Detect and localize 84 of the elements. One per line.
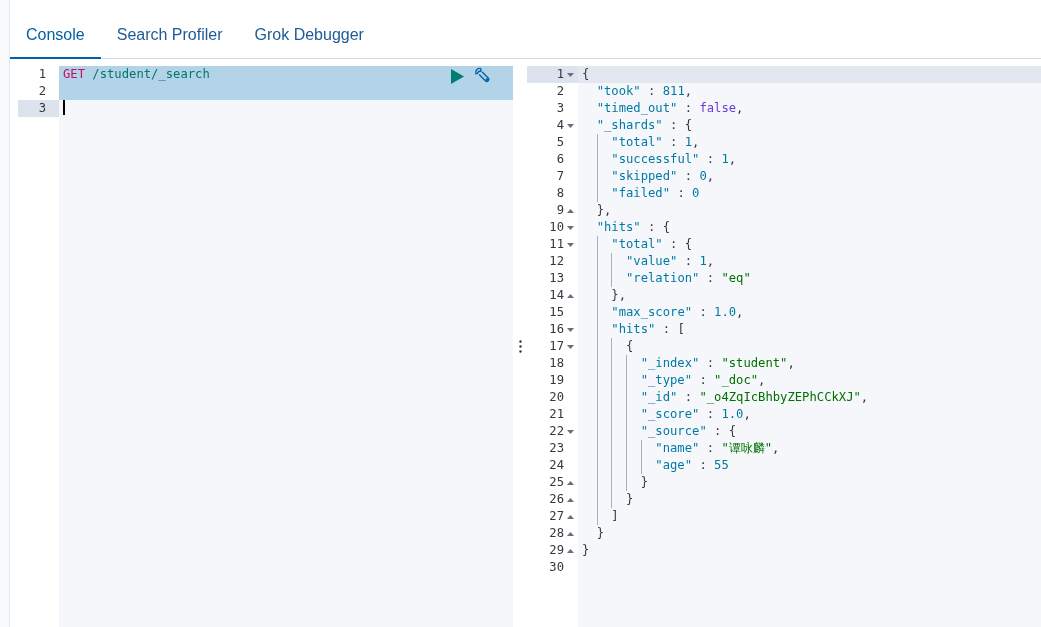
line-number: 20: [549, 389, 564, 406]
code-line: {: [582, 67, 590, 81]
line-number: 2: [38, 83, 46, 100]
code-line: }: [582, 543, 590, 557]
line-number: 12: [549, 253, 564, 270]
code-line: "hits" : [: [582, 322, 685, 336]
line-number: 15: [549, 304, 564, 321]
fold-icon[interactable]: [566, 208, 574, 213]
line-number: 3: [556, 100, 564, 117]
tab[interactable]: Grok Debugger: [238, 12, 380, 59]
code-line: "failed" : 0: [582, 186, 700, 200]
code-line: "relation" : "eq": [582, 271, 751, 285]
code-line: "_score" : 1.0,: [582, 407, 751, 421]
line-number: 7: [556, 168, 564, 185]
line-number: 1: [38, 66, 46, 83]
fold-icon[interactable]: [566, 123, 574, 128]
line-number: 13: [549, 270, 564, 287]
line-number: 2: [556, 83, 564, 100]
wrench-icon[interactable]: [474, 67, 492, 85]
code-line: }: [582, 475, 649, 489]
line-number: 14: [549, 287, 564, 304]
line-number: 5: [556, 134, 564, 151]
fold-icon[interactable]: [566, 480, 574, 485]
code-line: "_shards" : {: [595, 118, 693, 132]
line-number: 4: [556, 117, 564, 134]
fold-icon[interactable]: [566, 72, 574, 77]
fold-icon[interactable]: [566, 242, 574, 247]
line-number: 6: [556, 151, 564, 168]
code-line: }: [582, 492, 634, 506]
code-line: "name" : "谭咏麟",: [582, 441, 780, 455]
line-number: 29: [549, 542, 564, 559]
code-line: "value" : 1,: [582, 254, 715, 268]
line-number: 26: [549, 491, 564, 508]
fold-icon[interactable]: [566, 514, 574, 519]
fold-icon[interactable]: [566, 225, 574, 230]
code-line: "took" : 811,: [595, 84, 693, 98]
code-line: "_id" : "_o4ZqIcBhbyZEPhCCkXJ",: [582, 390, 869, 404]
code-line: },: [582, 288, 627, 302]
fold-icon[interactable]: [566, 293, 574, 298]
request-editor[interactable]: 1 GET /student/_search 2 3: [18, 66, 513, 627]
line-number: 25: [549, 474, 564, 491]
code-line: "age" : 55: [582, 458, 729, 472]
code-line: "max_score" : 1.0,: [582, 305, 744, 319]
code-line: "skipped" : 0,: [582, 169, 715, 183]
fold-icon[interactable]: [566, 344, 574, 349]
code-line: ]: [582, 509, 619, 523]
line-number: 21: [549, 406, 564, 423]
code-line: "total" : {: [582, 237, 693, 251]
fold-icon[interactable]: [566, 327, 574, 332]
line-number: 3: [38, 100, 46, 117]
code-line: },: [595, 203, 612, 217]
code-line: GET /student/_search: [63, 67, 210, 81]
tab[interactable]: Search Profiler: [100, 12, 239, 59]
code-line: "_source" : {: [582, 424, 737, 438]
line-number: 22: [549, 423, 564, 440]
line-number: 1: [556, 66, 564, 83]
fold-icon[interactable]: [566, 531, 574, 536]
code-line: "hits" : {: [595, 220, 671, 234]
code-line: "timed_out" : false,: [595, 101, 744, 115]
line-number: 17: [549, 338, 564, 355]
tab[interactable]: Console: [10, 12, 101, 59]
line-number: 30: [549, 559, 564, 576]
line-number: 8: [556, 185, 564, 202]
code-line: }: [595, 526, 604, 540]
line-number: 16: [549, 321, 564, 338]
fold-icon[interactable]: [566, 497, 574, 502]
line-number: 23: [549, 440, 564, 457]
line-number: 10: [549, 219, 564, 236]
code-line: "_index" : "student",: [582, 356, 795, 370]
line-number: 18: [549, 355, 564, 372]
code-line: {: [582, 339, 634, 353]
line-number: 28: [549, 525, 564, 542]
resize-handle-icon[interactable]: [518, 340, 522, 353]
line-number: 19: [549, 372, 564, 389]
code-line: "successful" : 1,: [582, 152, 737, 166]
line-number: 24: [549, 457, 564, 474]
fold-icon[interactable]: [566, 429, 574, 434]
code-line: "total" : 1,: [582, 135, 700, 149]
line-number: 11: [549, 236, 564, 253]
code-line: "_type" : "_doc",: [582, 373, 766, 387]
fold-icon[interactable]: [566, 548, 574, 553]
play-icon[interactable]: [450, 68, 464, 84]
line-number: 9: [556, 202, 564, 219]
line-number: 27: [549, 508, 564, 525]
